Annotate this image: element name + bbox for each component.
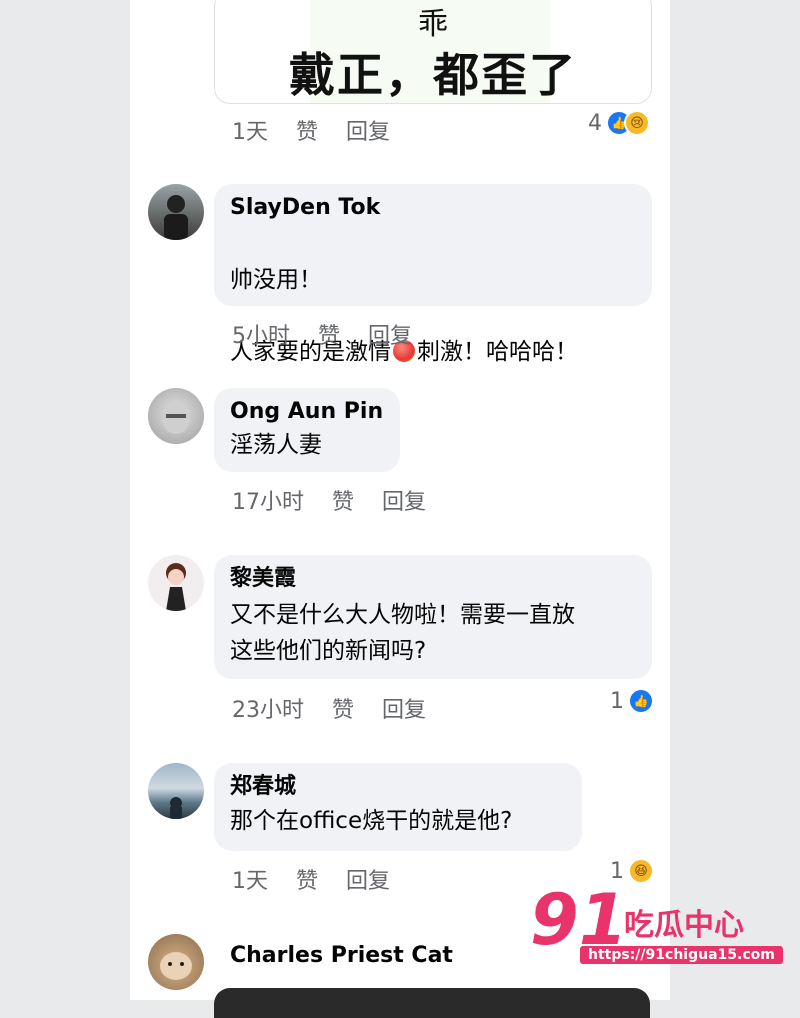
- reply-link[interactable]: 回复: [382, 484, 426, 516]
- reply-link[interactable]: 回复: [382, 692, 426, 724]
- comment-bubble: 郑春城 那个在office烧干的就是他?: [214, 763, 582, 851]
- comment-text-line1: 帅没用！: [230, 267, 322, 293]
- avatar-face-icon: [162, 402, 190, 434]
- comment-bubble: Ong Aun Pin 淫荡人妻: [214, 388, 400, 472]
- like-link[interactable]: 赞: [296, 863, 318, 895]
- comment-bubble: SlayDen Tok 帅没用！ 人家要的是激情 刺激！哈哈哈！: [214, 184, 652, 365]
- comment-meta: 1天 赞 回复: [232, 863, 390, 895]
- like-link[interactable]: 赞: [318, 318, 340, 350]
- commenter-name[interactable]: SlayDen Tok: [230, 194, 636, 222]
- reaction-count: 1: [610, 688, 624, 714]
- commenter-name[interactable]: Charles Priest Cat: [230, 942, 453, 970]
- comment-text: 又不是什么大人物啦！需要一直放 这些他们的新闻吗?: [230, 602, 575, 664]
- comment-text: 那个在office烧干的就是他?: [230, 808, 513, 834]
- like-link[interactable]: 赞: [332, 692, 354, 724]
- image-text-line1: 乖: [418, 7, 448, 42]
- commenter-name[interactable]: 郑春城: [230, 773, 566, 801]
- avatar-cat-icon: [160, 952, 192, 980]
- reply-link[interactable]: 回复: [346, 114, 390, 146]
- reply-link[interactable]: 回复: [346, 863, 390, 895]
- sad-icon: 😢: [624, 110, 650, 136]
- comment-meta: 1天 赞 回复: [232, 114, 390, 146]
- reaction-summary[interactable]: 4 👍 😢: [588, 110, 650, 136]
- comment-time: 1天: [232, 120, 268, 145]
- comment-text-part2: 刺激！哈哈哈！: [417, 339, 578, 365]
- like-icon: 👍: [628, 688, 654, 714]
- comment-time: 17小时: [232, 490, 304, 515]
- reply-link[interactable]: 回复: [368, 318, 412, 350]
- comment-time: 23小时: [232, 698, 304, 723]
- like-link[interactable]: 赞: [296, 114, 318, 146]
- image-text-line2: 戴正，都歪了: [289, 48, 577, 102]
- watermark: 91 吃瓜中心 https://91chigua15.com: [530, 880, 783, 970]
- comment-time: 5小时: [232, 324, 290, 349]
- avatar[interactable]: [148, 388, 204, 444]
- comment-time: 1天: [232, 869, 268, 894]
- comment-image-card[interactable]: 乖 戴正，都歪了: [214, 0, 652, 104]
- avatar-person-icon: [164, 195, 188, 240]
- avatar[interactable]: [148, 555, 204, 611]
- watermark-url: https://91chigua15.com: [580, 946, 783, 964]
- avatar-landscape-icon: [170, 797, 182, 819]
- comment-image-card[interactable]: [214, 988, 650, 1018]
- watermark-brand: 吃瓜中心: [624, 908, 744, 943]
- comment-bubble: 黎美霞 又不是什么大人物啦！需要一直放 这些他们的新闻吗?: [214, 555, 652, 679]
- avatar[interactable]: [148, 763, 204, 819]
- commenter-name[interactable]: Ong Aun Pin: [230, 398, 384, 426]
- comment-meta: 17小时 赞 回复: [232, 484, 426, 516]
- comment-meta: 5小时 赞 回复: [232, 318, 412, 350]
- comment-text: 帅没用！ 人家要的是激情 刺激！哈哈哈！: [230, 226, 636, 406]
- reaction-summary[interactable]: 1 👍: [610, 688, 654, 714]
- avatar[interactable]: [148, 184, 204, 240]
- comment-meta: 23小时 赞 回复: [232, 692, 426, 724]
- commenter-name[interactable]: 黎美霞: [230, 565, 636, 593]
- avatar[interactable]: [148, 934, 204, 990]
- like-link[interactable]: 赞: [332, 484, 354, 516]
- avatar-girl-icon: [166, 563, 186, 611]
- reaction-count: 4: [588, 110, 602, 136]
- comment-text: 淫荡人妻: [230, 432, 322, 458]
- comment-panel: 乖 戴正，都歪了 1天 赞 回复 4 👍 😢 SlayDen Tok 帅没用！ …: [130, 0, 670, 1018]
